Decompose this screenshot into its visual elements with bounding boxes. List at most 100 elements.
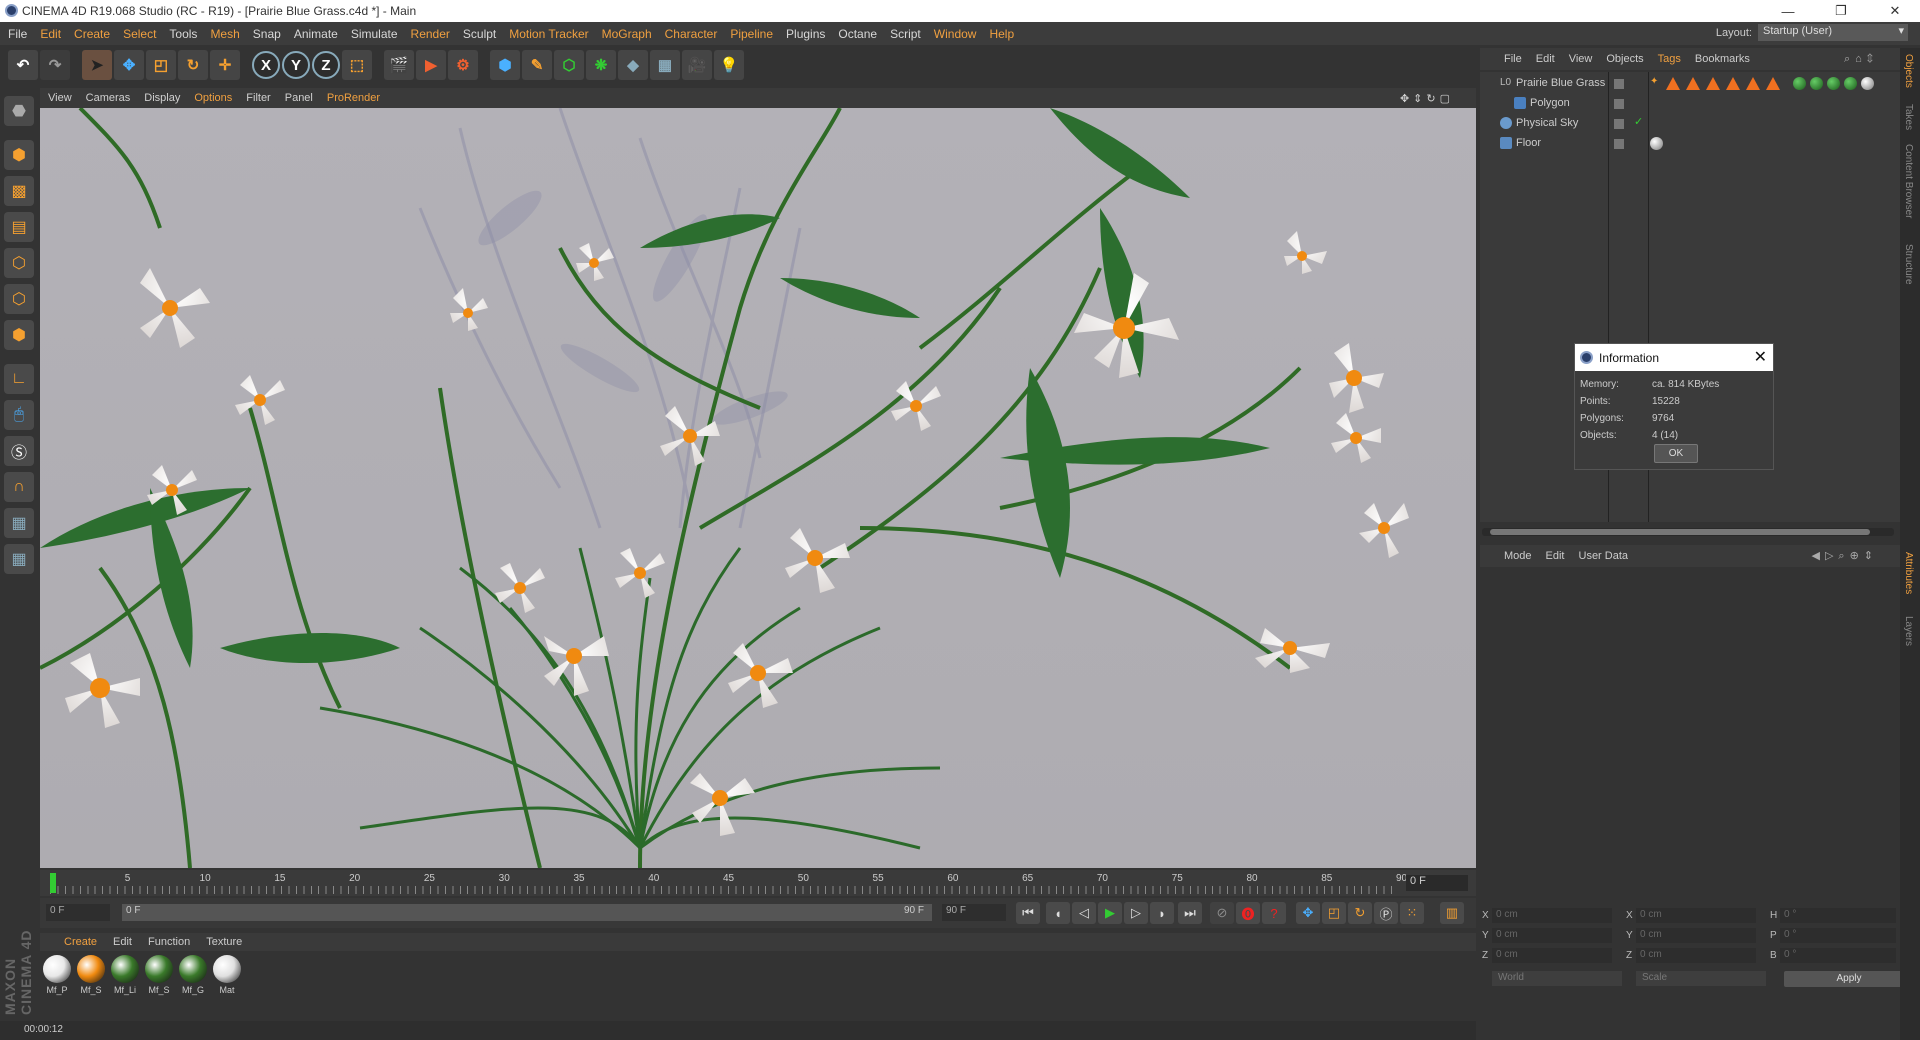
position-z-field[interactable]: 0 cm	[1492, 948, 1612, 963]
material-swatch[interactable]: Mf_P	[42, 955, 72, 995]
next-key-button[interactable]: ◗	[1150, 902, 1174, 924]
position-key-button[interactable]: ✥	[1296, 902, 1320, 924]
deformer-button[interactable]: ◆	[618, 50, 648, 80]
tab-objects[interactable]: Objects	[1903, 54, 1914, 88]
material-tag-icon[interactable]	[1827, 77, 1840, 90]
current-frame-field[interactable]: 0 F	[1406, 875, 1468, 891]
attr-menu-mode[interactable]: Mode	[1504, 550, 1532, 562]
object-manager-search-icons[interactable]: ⌕⌂⇕	[1844, 53, 1878, 66]
y-axis-lock-button[interactable]: Y	[282, 51, 310, 79]
material-swatch[interactable]: Mat	[212, 955, 242, 995]
viewport-nav-icons[interactable]: ✥⇕↻▢	[1400, 92, 1454, 105]
mat-menu-create[interactable]: Create	[64, 936, 97, 948]
menu-mesh[interactable]: Mesh	[210, 27, 239, 41]
editor-visibility-icon[interactable]	[1614, 99, 1624, 109]
tab-layers[interactable]: Layers	[1903, 616, 1914, 646]
tab-structure[interactable]: Structure	[1903, 244, 1914, 285]
material-swatch[interactable]: Mf_S	[76, 955, 106, 995]
menu-animate[interactable]: Animate	[294, 27, 338, 41]
tag-triangle-icon[interactable]	[1706, 77, 1720, 90]
cube-button[interactable]: ⬢	[490, 50, 520, 80]
vp-menu-display[interactable]: Display	[144, 92, 180, 104]
menu-pipeline[interactable]: Pipeline	[730, 27, 773, 41]
previous-key-button[interactable]: ◖	[1046, 902, 1070, 924]
record-active-objects-button[interactable]: ⊘	[1210, 902, 1234, 924]
menu-sculpt[interactable]: Sculpt	[463, 27, 496, 41]
dialog-close-icon[interactable]: ✕	[1754, 347, 1767, 367]
material-tag-icon[interactable]	[1810, 77, 1823, 90]
lock-workplane-button[interactable]: ▦	[4, 508, 34, 538]
render-to-picture-viewer-button[interactable]: ▶	[416, 50, 446, 80]
tag-triangle-icon[interactable]	[1686, 77, 1700, 90]
coordinate-space-dropdown[interactable]: World	[1492, 971, 1622, 986]
enabled-check-icon[interactable]: ✓	[1634, 115, 1647, 128]
last-tool-button[interactable]: ✛	[210, 50, 240, 80]
material-tag-icon[interactable]	[1861, 77, 1874, 90]
undo-button[interactable]: ↶	[8, 50, 38, 80]
rotation-p-field[interactable]: 0 °	[1780, 928, 1896, 943]
attr-menu-user-data[interactable]: User Data	[1579, 550, 1629, 562]
select-tool-button[interactable]: ➤	[82, 50, 112, 80]
timeline-ruler[interactable]: 051015202530354045505560657075808590 0 F	[40, 870, 1476, 896]
menu-edit[interactable]: Edit	[40, 27, 61, 41]
tweak-mode-button[interactable]: 🖱	[4, 400, 34, 430]
coordinate-system-button[interactable]: ⬚	[342, 50, 372, 80]
object-manager-scrollbar[interactable]	[1482, 528, 1894, 536]
menu-script[interactable]: Script	[890, 27, 921, 41]
obj-menu-view[interactable]: View	[1569, 53, 1593, 65]
previous-frame-button[interactable]: ◁	[1072, 902, 1096, 924]
editor-visibility-icon[interactable]	[1614, 139, 1624, 149]
object-row[interactable]: Physical Sky ✓	[1480, 114, 1900, 134]
cloner-button[interactable]: ❋	[586, 50, 616, 80]
apply-button[interactable]: Apply	[1784, 971, 1914, 987]
texture-mode-button[interactable]: ▩	[4, 176, 34, 206]
rotation-key-button[interactable]: ↻	[1348, 902, 1372, 924]
parameter-key-button[interactable]: Ⓟ	[1374, 902, 1398, 924]
subdivision-surface-button[interactable]: ⬡	[554, 50, 584, 80]
tag-triangle-icon[interactable]	[1766, 77, 1780, 90]
redo-button[interactable]: ↷	[40, 50, 70, 80]
menu-render[interactable]: Render	[411, 27, 450, 41]
go-to-end-button[interactable]: ⏭	[1178, 902, 1202, 924]
ok-button[interactable]: OK	[1654, 444, 1698, 463]
menu-plugins[interactable]: Plugins	[786, 27, 825, 41]
object-row[interactable]: Polygon	[1480, 94, 1900, 114]
render-view-button[interactable]: 🎬	[384, 50, 414, 80]
attribute-nav-icons[interactable]: ◀▷⌕⊕⇕	[1811, 549, 1878, 563]
menu-select[interactable]: Select	[123, 27, 156, 41]
start-frame-field[interactable]: 0 F	[46, 904, 110, 921]
object-row[interactable]: L0 Prairie Blue Grass ✦	[1480, 74, 1900, 94]
menu-window[interactable]: Window	[934, 27, 977, 41]
next-frame-button[interactable]: ▷	[1124, 902, 1148, 924]
keyframe-selection-button[interactable]: ?	[1262, 902, 1286, 924]
editor-visibility-icon[interactable]	[1614, 119, 1624, 129]
scale-tool-button[interactable]: ◰	[146, 50, 176, 80]
go-to-start-button[interactable]: ⏮	[1016, 902, 1040, 924]
menu-octane[interactable]: Octane	[838, 27, 877, 41]
rotate-tool-button[interactable]: ↻	[178, 50, 208, 80]
camera-button[interactable]: 🎥	[682, 50, 712, 80]
material-tag-icon[interactable]	[1793, 77, 1806, 90]
frame-range-slider[interactable]: 0 F 90 F	[122, 904, 932, 921]
menu-motion-tracker[interactable]: Motion Tracker	[509, 27, 588, 41]
workplane-mode-button[interactable]: ▤	[4, 212, 34, 242]
render-settings-button[interactable]: ⚙	[448, 50, 478, 80]
model-mode-button[interactable]: ⬢	[4, 140, 34, 170]
planar-workplane-button[interactable]: ▦	[4, 544, 34, 574]
points-mode-button[interactable]: ⬡	[4, 248, 34, 278]
timeline-window-button[interactable]: ▥	[1440, 902, 1464, 924]
axis-mode-button[interactable]: ∟	[4, 364, 34, 394]
floor-button[interactable]: ▦	[650, 50, 680, 80]
menu-simulate[interactable]: Simulate	[351, 27, 398, 41]
point-level-animation-button[interactable]: ⁙	[1400, 902, 1424, 924]
obj-menu-file[interactable]: File	[1504, 53, 1522, 65]
restore-button[interactable]: ❐	[1818, 0, 1864, 22]
layout-dropdown[interactable]: Startup (User)	[1758, 24, 1908, 41]
vp-menu-panel[interactable]: Panel	[285, 92, 313, 104]
pen-button[interactable]: ✎	[522, 50, 552, 80]
menu-character[interactable]: Character	[665, 27, 718, 41]
transform-mode-dropdown[interactable]: Scale	[1636, 971, 1766, 986]
obj-menu-bookmarks[interactable]: Bookmarks	[1695, 53, 1750, 65]
position-x-field[interactable]: 0 cm	[1492, 908, 1612, 923]
vp-menu-options[interactable]: Options	[194, 92, 232, 104]
